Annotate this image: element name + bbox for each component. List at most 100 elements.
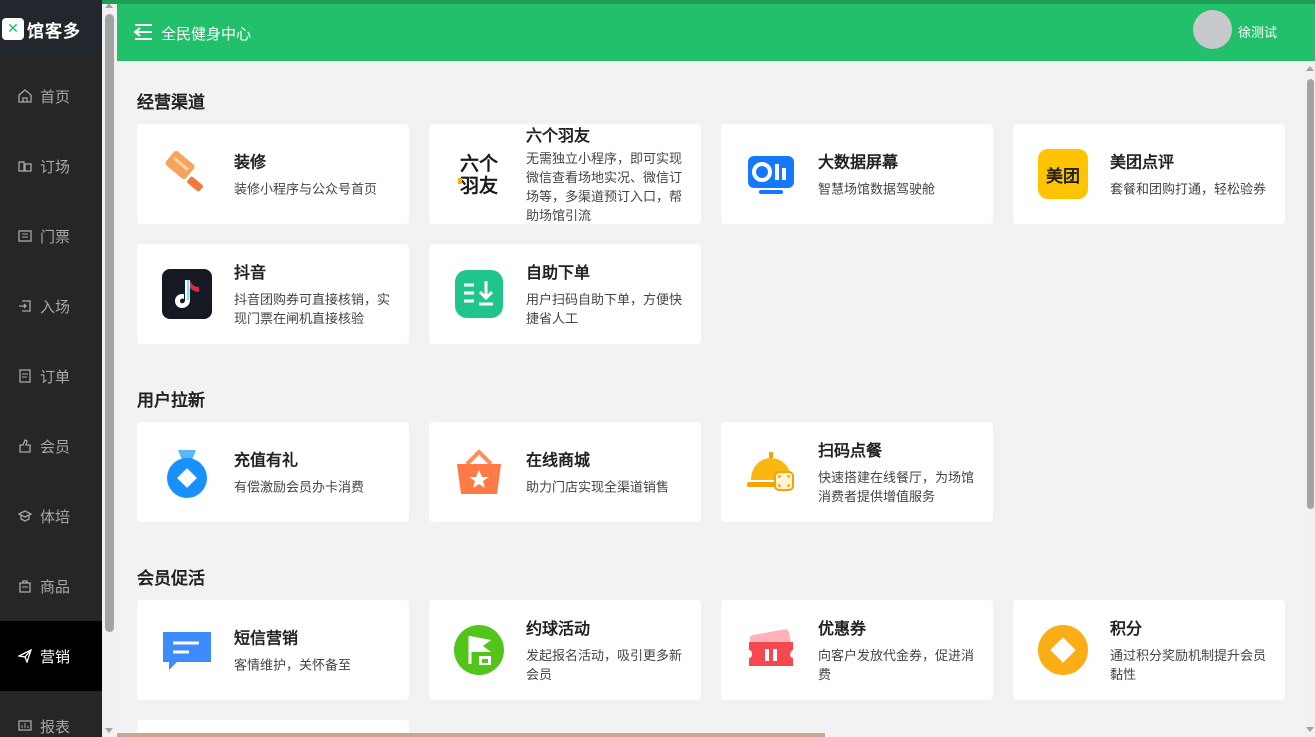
big-data-screen-icon	[745, 148, 797, 200]
court-icon	[17, 158, 33, 174]
sidebar-item-label: 报表	[40, 717, 71, 736]
logo[interactable]: ✕ 馆客多	[0, 0, 102, 58]
home-icon	[17, 88, 33, 104]
card-desc: 套餐和团购打通，轻松验券	[1110, 182, 1267, 198]
card-title: 大数据屏幕	[818, 152, 899, 172]
card-title: 积分	[1110, 619, 1143, 638]
section-title: 用户拉新	[137, 391, 205, 411]
sidebar-item-label: 入场	[40, 297, 71, 316]
sidebar-item-label: 商品	[40, 577, 71, 596]
card-desc: 发起报名活动，吸引更多新会员	[526, 649, 683, 683]
sidebar-item-label: 会员	[40, 437, 71, 456]
card-title: 在线商城	[526, 450, 591, 470]
card-desc: 智慧场馆数据驾驶舱	[818, 182, 936, 198]
sidebar-item-member[interactable]: 会员	[0, 411, 102, 481]
scroll-down-arrow-icon[interactable]	[1306, 727, 1314, 732]
card-title: 自助下单	[526, 263, 591, 282]
brush-icon	[161, 148, 213, 200]
section-title: 经营渠道	[137, 93, 205, 113]
sidebar-scrollbar[interactable]	[102, 0, 117, 737]
scroll-up-arrow-icon[interactable]	[1306, 66, 1314, 71]
card-big-data-screen[interactable]: 大数据屏幕 智慧场馆数据驾驶舱	[721, 124, 993, 224]
sidebar-item-label: 订单	[40, 367, 71, 386]
douyin-logo-icon	[161, 268, 213, 320]
card-douyin[interactable]: 抖音 抖音团购券可直接核销，实现门票在闸机直接核验	[137, 244, 409, 344]
header: 全民健身中心 徐测试	[117, 4, 1315, 61]
card-title: 装修	[234, 152, 267, 172]
main-scrollbar[interactable]	[1305, 61, 1315, 737]
card-self-order[interactable]: 自助下单 用户扫码自助下单，方便快捷省人工	[429, 244, 701, 344]
card-desc: 向客户发放代金券，促进消费	[818, 649, 975, 683]
sidebar-item-court[interactable]: 订场	[0, 131, 102, 201]
points-icon	[1037, 624, 1089, 676]
sidebar-item-goods[interactable]: 商品	[0, 551, 102, 621]
sidebar-item-home[interactable]: 首页	[0, 61, 102, 131]
app-window: ✕ 馆客多 首页 订场 门票 入场 订单 会员 体培 商品 营销 报表 全民健身…	[0, 0, 1315, 737]
coupon-icon	[745, 624, 797, 676]
card-desc: 装修小程序与公众号首页	[234, 182, 378, 198]
card-ball-activity[interactable]: 约球活动 发起报名活动，吸引更多新会员	[429, 600, 701, 700]
meituan-logo-text: 美团	[1038, 149, 1088, 199]
card-desc: 客情维护，关怀备至	[234, 658, 352, 674]
section-title: 会员促活	[137, 569, 205, 589]
marketing-icon	[17, 648, 33, 664]
ticket-icon	[17, 228, 33, 244]
card-sms-marketing[interactable]: 短信营销 客情维护，关怀备至	[137, 600, 409, 700]
ball-activity-icon	[453, 624, 505, 676]
self-order-icon	[453, 268, 505, 320]
card-desc: 通过积分奖励机制提升会员黏性	[1110, 649, 1267, 683]
svg-text:羽友: 羽友	[460, 174, 498, 197]
card-meituan[interactable]: 美团 美团点评 套餐和团购打通，轻松验券	[1013, 124, 1285, 224]
training-icon	[17, 508, 33, 524]
sms-icon	[161, 624, 213, 676]
report-icon	[17, 718, 33, 734]
card-title: 美团点评	[1110, 152, 1175, 172]
order-icon	[17, 368, 33, 384]
card-liugeyuyou[interactable]: 六个 羽友 六个羽友 无需独立小程序，即可实现微信查看场地实况、微信订场等，多渠…	[429, 124, 701, 224]
sidebar-item-marketing[interactable]: 营销	[0, 621, 102, 691]
sidebar-item-label: 订场	[40, 157, 71, 176]
card-title: 扫码点餐	[818, 441, 883, 460]
card-title: 优惠券	[818, 619, 867, 638]
card-title: 抖音	[234, 263, 267, 282]
logo-text: 馆客多	[27, 21, 81, 42]
username[interactable]: 徐测试	[1238, 22, 1277, 41]
card-desc: 用户扫码自助下单，方便快捷省人工	[526, 293, 683, 327]
card-title: 约球活动	[526, 619, 591, 638]
member-icon	[17, 438, 33, 454]
avatar[interactable]	[1193, 10, 1232, 49]
sidebar-item-training[interactable]: 体培	[0, 481, 102, 551]
card-desc: 抖音团购券可直接核销，实现门票在闸机直接核验	[234, 293, 391, 327]
card-points[interactable]: 积分 通过积分奖励机制提升会员黏性	[1013, 600, 1285, 700]
online-mall-icon	[453, 446, 505, 498]
logo-text-top: 六个	[460, 152, 499, 175]
liugeyuyou-logo-icon: 六个 羽友	[453, 148, 505, 200]
sidebar-item-label: 首页	[40, 87, 71, 106]
sidebar-item-label: 体培	[40, 507, 71, 526]
sidebar-item-label: 门票	[40, 227, 71, 246]
card-decoration[interactable]: 装修 装修小程序与公众号首页	[137, 124, 409, 224]
card-scan-order-food[interactable]: 扫码点餐 快速搭建在线餐厅，为场馆消费者提供增值服务	[721, 422, 993, 522]
scrollbar-thumb[interactable]	[1307, 79, 1314, 509]
sidebar-item-order[interactable]: 订单	[0, 341, 102, 411]
scan-order-food-icon	[745, 446, 797, 498]
sidebar-item-enter[interactable]: 入场	[0, 271, 102, 341]
recharge-gift-icon	[161, 446, 213, 498]
scrollbar-thumb[interactable]	[105, 14, 114, 632]
card-desc: 有偿激励会员办卡消费	[234, 480, 365, 496]
sidebar-item-label: 营销	[40, 647, 71, 666]
card-desc: 快速搭建在线餐厅，为场馆消费者提供增值服务	[818, 471, 975, 505]
collapse-menu-icon[interactable]	[133, 23, 153, 41]
card-title: 短信营销	[234, 628, 299, 648]
card-coupon[interactable]: 优惠券 向客户发放代金券，促进消费	[721, 600, 993, 700]
scroll-down-arrow-icon[interactable]	[105, 728, 113, 733]
card-recharge-gift[interactable]: 充值有礼 有偿激励会员办卡消费	[137, 422, 409, 522]
sidebar-item-report[interactable]: 报表	[0, 691, 102, 737]
enter-icon	[17, 298, 33, 314]
sidebar: ✕ 馆客多 首页 订场 门票 入场 订单 会员 体培 商品 营销 报表	[0, 0, 102, 737]
card-online-mall[interactable]: 在线商城 助力门店实现全渠道销售	[429, 422, 701, 522]
card-title: 充值有礼	[234, 450, 299, 470]
goods-icon	[17, 578, 33, 594]
card-desc: 无需独立小程序，即可实现微信查看场地实况、微信订场等，多渠道预订入口，帮助场馆引…	[526, 152, 683, 224]
sidebar-item-ticket[interactable]: 门票	[0, 201, 102, 271]
